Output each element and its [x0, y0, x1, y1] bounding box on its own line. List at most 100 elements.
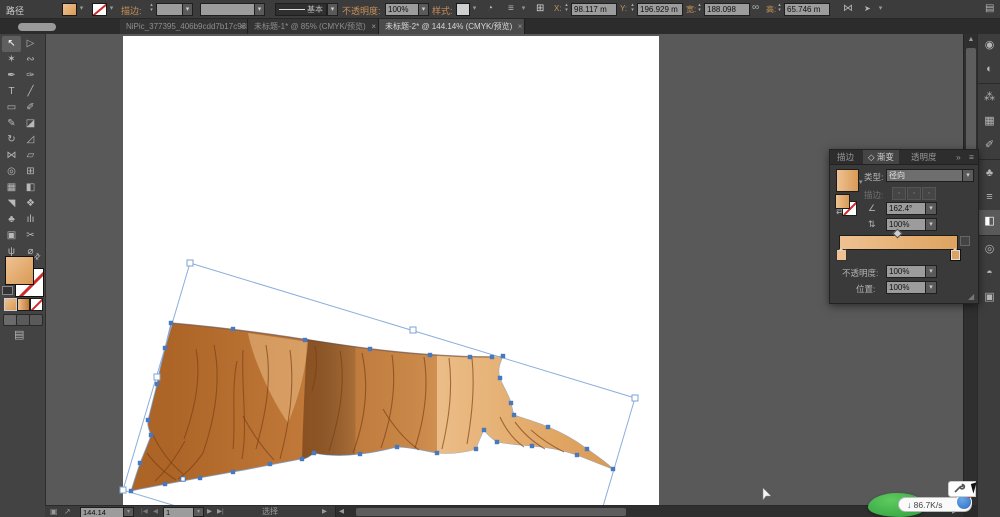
shear-icon[interactable]: ⋈ [843, 3, 853, 15]
magic-wand-tool[interactable]: ✶ [2, 52, 21, 68]
anchor-point[interactable] [357, 451, 363, 457]
draw-inside-mode-button[interactable] [29, 314, 43, 326]
bbox-handle[interactable] [631, 394, 639, 402]
anchor-point-unselected[interactable] [180, 476, 186, 482]
eyedropper-tool[interactable]: ◥ [2, 196, 21, 212]
curvature-tool[interactable]: ✑ [21, 68, 40, 84]
anchor-point[interactable] [467, 354, 473, 360]
stroke-across-button[interactable]: ▫ [922, 187, 936, 200]
anchor-point[interactable] [529, 443, 535, 449]
bbox-handle[interactable] [119, 486, 127, 494]
anchor-point[interactable] [434, 450, 440, 456]
anchor-point[interactable] [481, 427, 487, 433]
anchor-point[interactable] [500, 353, 506, 359]
type-tool[interactable]: T [2, 84, 21, 100]
symbol-sprayer-tool[interactable]: ♣ [2, 212, 21, 228]
slice-tool[interactable]: ✂ [21, 228, 40, 244]
color-guide-panel-icon[interactable]: ◐ [978, 58, 1000, 84]
swatches-panel-icon[interactable]: ▦ [978, 110, 1000, 132]
pen-tool[interactable]: ✒ [2, 68, 21, 84]
angle-field[interactable]: 162.4° [886, 202, 928, 215]
brush-dropdown-icon[interactable]: ▾ [327, 3, 338, 16]
zoom-dropdown-icon[interactable]: ▾ [123, 507, 134, 517]
isolate-selection-icon[interactable]: ➤ [864, 3, 871, 15]
anchor-point[interactable] [367, 346, 373, 352]
stroke-weight-dropdown-icon[interactable]: ▾ [182, 3, 193, 16]
next-artboard-icon[interactable]: ▶ [207, 507, 212, 517]
eraser-tool[interactable]: ◪ [21, 116, 40, 132]
constrain-proportions-link-icon[interactable]: ∞ [752, 2, 759, 14]
gradient-annotator-icon[interactable] [960, 236, 970, 246]
align-dropdown-icon[interactable]: ▾ [519, 3, 528, 14]
style-dropdown-icon[interactable]: ▾ [470, 3, 479, 14]
canvas-area[interactable] [45, 34, 963, 505]
anchor-point[interactable] [494, 439, 500, 445]
anchor-point[interactable] [508, 400, 514, 406]
opacity-dropdown-icon[interactable]: ▾ [418, 3, 429, 16]
x-stepper[interactable]: ▴ ▾ [563, 3, 570, 14]
type-dropdown-icon[interactable]: ▾ [962, 169, 974, 182]
pattern-panel-icon[interactable]: ⁂ [978, 86, 1000, 108]
anchor-point[interactable] [584, 446, 590, 452]
anchor-point[interactable] [162, 345, 168, 351]
anchor-point[interactable] [394, 444, 400, 450]
anchor-point[interactable] [511, 412, 517, 418]
panel-fill-proxy[interactable] [835, 194, 850, 209]
anchor-point[interactable] [162, 481, 168, 487]
stop-opacity-field[interactable]: 100% [886, 265, 928, 278]
prev-artboard-icon[interactable]: ◀ [153, 507, 158, 517]
last-artboard-icon[interactable]: ▶| [217, 507, 224, 517]
blend-tool[interactable]: ❖ [21, 196, 40, 212]
width-profile-field[interactable] [200, 3, 258, 16]
status-export-icon[interactable]: ↗ [64, 507, 71, 517]
document-tab[interactable]: 未标题-1* @ 85% (CMYK/预览) × [248, 19, 379, 34]
reference-point-grid[interactable]: ⊞ [536, 3, 544, 15]
opacity-field[interactable]: 100% [385, 3, 421, 16]
bbox-handle[interactable] [409, 326, 417, 334]
document-tab[interactable]: 未标题-2* @ 144.14% (CMYK/预览) × [379, 19, 526, 34]
width-stepper[interactable]: ▴ ▾ [696, 3, 703, 14]
pencil-tool[interactable]: ✎ [2, 116, 21, 132]
draw-behind-mode-button[interactable] [16, 314, 30, 326]
artboard-nav-field[interactable]: 1 [163, 507, 197, 517]
line-segment-tool[interactable]: ╱ [21, 84, 40, 100]
height-field[interactable]: 65.746 m [784, 3, 830, 16]
stop-opacity-dropdown-icon[interactable]: ▾ [925, 265, 937, 278]
anchor-point[interactable] [230, 469, 236, 475]
anchor-point[interactable] [154, 381, 160, 387]
rotate-tool[interactable]: ↻ [2, 132, 21, 148]
symbols-panel-icon[interactable]: ♣ [978, 162, 1000, 184]
horizontal-scroll-thumb[interactable] [356, 508, 626, 516]
width-tool[interactable]: ⋈ [2, 148, 21, 164]
y-field[interactable]: 196.929 m [637, 3, 683, 16]
anchor-point[interactable] [610, 466, 616, 472]
anchor-point[interactable] [311, 450, 317, 456]
first-artboard-icon[interactable]: |◀ [141, 507, 148, 517]
stroke-color-swatch[interactable] [92, 3, 107, 16]
paintbrush-tool[interactable]: ✐ [21, 100, 40, 116]
free-transform-tool[interactable]: ▱ [21, 148, 40, 164]
zoom-level-field[interactable]: 144.14 [80, 507, 124, 517]
height-stepper[interactable]: ▴ ▾ [776, 3, 783, 14]
lasso-tool[interactable]: ∾ [21, 52, 40, 68]
angle-dropdown-icon[interactable]: ▾ [925, 202, 937, 215]
panel-menu-icon[interactable]: ≡ [964, 150, 979, 164]
brushes-panel-icon[interactable]: ✐ [978, 134, 1000, 160]
gradient-swatch-dropdown-icon[interactable]: ▾ [859, 178, 863, 186]
document-setup-icon[interactable]: ◔ [487, 3, 493, 15]
tab-gradient[interactable]: ◇ 渐变 [863, 150, 899, 164]
fill-color-proxy[interactable] [5, 256, 34, 285]
width-profile-dropdown-icon[interactable]: ▾ [254, 3, 265, 16]
draw-normal-mode-button[interactable] [3, 314, 17, 326]
gradient-tool[interactable]: ◧ [21, 180, 40, 196]
appearance-panel-icon[interactable]: ◓ [978, 262, 1000, 284]
tab-stroke[interactable]: 描边 [832, 150, 859, 164]
stroke-along-button[interactable]: ▫ [907, 187, 921, 200]
anchor-point[interactable] [473, 446, 479, 452]
selection-tool[interactable]: ↖ [2, 36, 21, 52]
stroke-dropdown-icon[interactable]: ▾ [107, 3, 116, 14]
close-icon[interactable]: × [518, 19, 523, 34]
bbox-handle[interactable] [186, 259, 194, 267]
artboards-panel-icon[interactable]: ▣ [978, 286, 1000, 308]
artboard-dropdown-icon[interactable]: ▾ [193, 507, 204, 517]
